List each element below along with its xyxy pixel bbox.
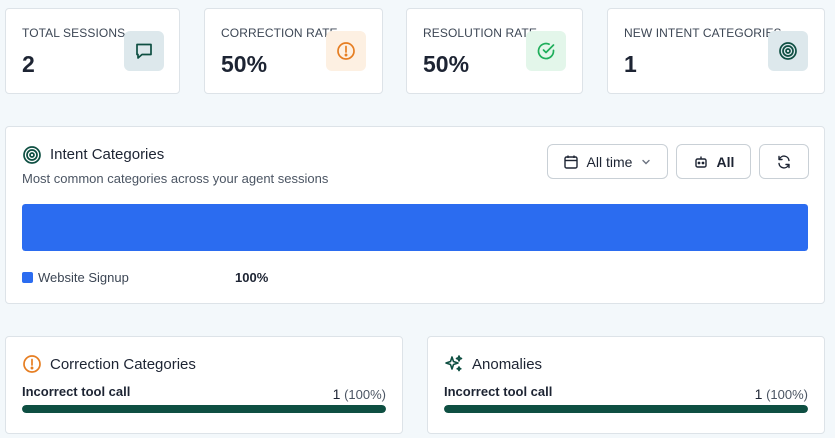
alert-circle-icon bbox=[326, 31, 366, 71]
category-count: 1 (100%) bbox=[333, 386, 386, 402]
legend-label: Website Signup bbox=[38, 270, 129, 285]
anomalies-card: Anomalies Incorrect tool call 1 (100%) bbox=[427, 336, 825, 434]
chevron-down-icon bbox=[642, 159, 651, 164]
target-icon bbox=[768, 31, 808, 71]
refresh-button[interactable] bbox=[759, 144, 809, 179]
time-filter-dropdown[interactable]: All time bbox=[547, 144, 668, 179]
intent-distribution-bar bbox=[22, 204, 808, 251]
category-label: Incorrect tool call bbox=[22, 384, 131, 399]
chat-icon bbox=[124, 31, 164, 71]
alert-circle-icon bbox=[22, 354, 42, 379]
legend-swatch bbox=[22, 272, 33, 283]
stat-card-total-sessions: TOTAL SESSIONS 2 bbox=[5, 8, 180, 94]
section-title: Intent Categories bbox=[50, 146, 165, 163]
stat-label: NEW INTENT CATEGORIES bbox=[624, 26, 782, 40]
stat-card-new-intent-categories: NEW INTENT CATEGORIES 1 bbox=[607, 8, 825, 94]
stat-label: CORRECTION RATE bbox=[221, 26, 338, 40]
count-percent: (100%) bbox=[766, 387, 808, 402]
count-percent: (100%) bbox=[344, 387, 386, 402]
anomaly-label: Incorrect tool call bbox=[444, 384, 553, 399]
category-progress-bar bbox=[22, 405, 386, 413]
stat-card-resolution-rate: RESOLUTION RATE 50% bbox=[406, 8, 583, 94]
target-icon bbox=[22, 145, 42, 170]
stat-card-correction-rate: CORRECTION RATE 50% bbox=[204, 8, 383, 94]
legend-item: Website Signup bbox=[22, 270, 129, 285]
time-filter-label: All time bbox=[586, 153, 633, 170]
section-title: Anomalies bbox=[472, 356, 543, 373]
bot-icon bbox=[694, 156, 707, 168]
anomaly-count: 1 (100%) bbox=[755, 386, 808, 402]
intent-categories-card: Intent Categories Most common categories… bbox=[5, 126, 825, 304]
anomaly-progress-fill bbox=[444, 405, 808, 413]
stat-value: 1 bbox=[624, 51, 637, 77]
section-subtitle: Most common categories across your agent… bbox=[22, 171, 329, 186]
refresh-icon bbox=[778, 154, 790, 169]
correction-categories-card: Correction Categories Incorrect tool cal… bbox=[5, 336, 403, 434]
calendar-icon bbox=[563, 155, 578, 169]
stat-label: RESOLUTION RATE bbox=[423, 26, 537, 40]
intent-bar-segment[interactable] bbox=[22, 204, 808, 251]
stat-value: 50% bbox=[221, 51, 268, 77]
legend-percent: 100% bbox=[235, 270, 269, 285]
stat-label: TOTAL SESSIONS bbox=[22, 26, 126, 40]
section-title: Correction Categories bbox=[50, 356, 196, 373]
category-progress-fill bbox=[22, 405, 386, 413]
anomaly-progress-bar bbox=[444, 405, 808, 413]
sparkles-icon bbox=[444, 354, 464, 379]
agent-filter-button[interactable]: All bbox=[676, 144, 751, 179]
stat-value: 2 bbox=[22, 51, 35, 77]
agent-filter-label: All bbox=[716, 153, 735, 170]
check-circle-icon bbox=[526, 31, 566, 71]
count-value: 1 bbox=[754, 386, 763, 402]
stat-value: 50% bbox=[423, 51, 470, 77]
count-value: 1 bbox=[332, 386, 341, 402]
